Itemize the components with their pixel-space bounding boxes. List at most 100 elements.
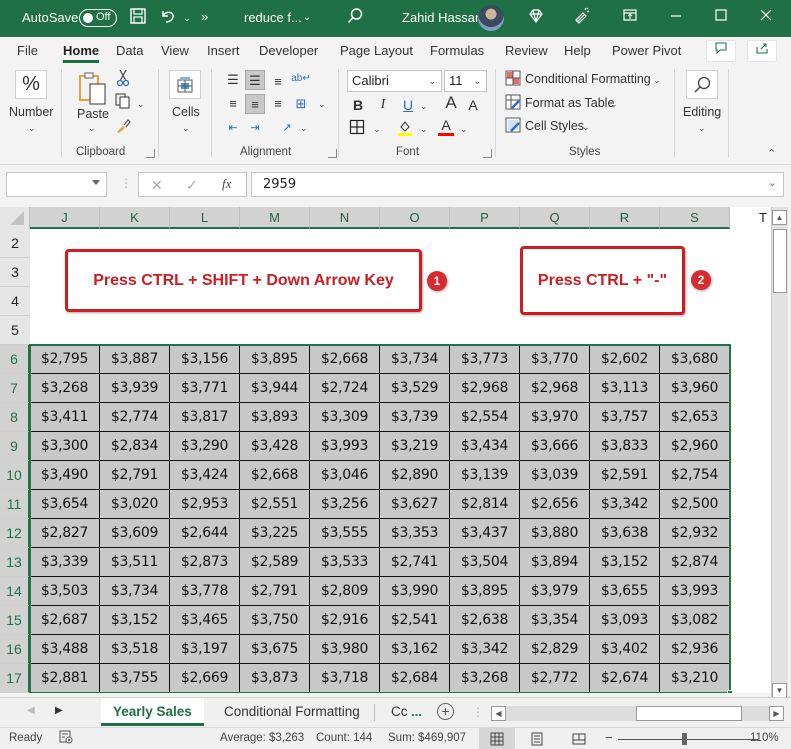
status-average[interactable]: Average: $3,263: [220, 732, 304, 744]
row-header-2[interactable]: 2: [0, 229, 30, 258]
cell-L9[interactable]: $3,290: [170, 432, 240, 461]
cell-S15[interactable]: $3,082: [660, 606, 730, 635]
row-header-13[interactable]: 13: [0, 548, 30, 577]
tab-power-pivot[interactable]: Power Pivot: [612, 43, 681, 58]
cell-K6[interactable]: $3,887: [100, 345, 170, 374]
align-left-icon[interactable]: ≡: [223, 94, 243, 114]
font-color-button[interactable]: A: [438, 117, 454, 136]
page-layout-view-icon[interactable]: [519, 728, 555, 749]
cell-R12[interactable]: $3,638: [590, 519, 660, 548]
cell-J10[interactable]: $3,490: [30, 461, 100, 490]
cell-P9[interactable]: $3,434: [450, 432, 520, 461]
copy-icon[interactable]: [114, 93, 132, 113]
italic-button[interactable]: I: [375, 96, 391, 114]
cell-L12[interactable]: $2,644: [170, 519, 240, 548]
cell-M11[interactable]: $2,551: [240, 490, 310, 519]
name-box[interactable]: [6, 172, 107, 197]
cell-M7[interactable]: $3,944: [240, 374, 310, 403]
cell-P11[interactable]: $2,814: [450, 490, 520, 519]
cell-J14[interactable]: $3,503: [30, 577, 100, 606]
cell-P16[interactable]: $3,342: [450, 635, 520, 664]
cell-S6[interactable]: $3,680: [660, 345, 730, 374]
add-sheet-icon[interactable]: +: [437, 703, 454, 720]
cell-N11[interactable]: $3,256: [310, 490, 380, 519]
vertical-scroll-thumb[interactable]: [773, 229, 787, 293]
cell-N9[interactable]: $3,993: [310, 432, 380, 461]
cell-L6[interactable]: $3,156: [170, 345, 240, 374]
decrease-font-size-button[interactable]: A: [465, 96, 481, 114]
cell-S10[interactable]: $2,754: [660, 461, 730, 490]
column-header-K[interactable]: K: [100, 207, 170, 229]
cell-Q6[interactable]: $3,770: [520, 345, 590, 374]
cell-K14[interactable]: $3,734: [100, 577, 170, 606]
cell-J8[interactable]: $3,411: [30, 403, 100, 432]
cell-Q10[interactable]: $3,039: [520, 461, 590, 490]
scroll-right-icon[interactable]: ▶: [769, 706, 784, 721]
user-avatar[interactable]: [478, 5, 504, 31]
cell-L10[interactable]: $3,424: [170, 461, 240, 490]
more-commands[interactable]: »: [201, 9, 208, 24]
number-group-label[interactable]: Number: [9, 105, 53, 119]
cell-L14[interactable]: $3,778: [170, 577, 240, 606]
cell-K9[interactable]: $2,834: [100, 432, 170, 461]
wrap-text-icon[interactable]: ab↵: [291, 69, 311, 89]
search-icon[interactable]: [344, 7, 366, 32]
cell-N7[interactable]: $2,724: [310, 374, 380, 403]
cell-K12[interactable]: $3,609: [100, 519, 170, 548]
cell-O13[interactable]: $2,741: [380, 548, 450, 577]
column-header-T[interactable]: T: [730, 207, 771, 229]
formula-input[interactable]: 2959 ⌄: [251, 172, 784, 197]
cell-P14[interactable]: $3,895: [450, 577, 520, 606]
cell-L13[interactable]: $2,873: [170, 548, 240, 577]
column-header-L[interactable]: L: [170, 207, 240, 229]
cell-K13[interactable]: $3,511: [100, 548, 170, 577]
tab-split-handle[interactable]: ⋮: [472, 705, 484, 719]
cell-P8[interactable]: $2,554: [450, 403, 520, 432]
normal-view-icon[interactable]: [479, 728, 515, 749]
cell-R8[interactable]: $3,757: [590, 403, 660, 432]
cell-R14[interactable]: $3,655: [590, 577, 660, 606]
font-name-select[interactable]: Calibri ⌄: [347, 70, 442, 92]
alignment-launcher-icon[interactable]: [328, 149, 337, 158]
comments-button[interactable]: [706, 40, 736, 62]
paste-icon[interactable]: [78, 70, 108, 106]
cell-J17[interactable]: $2,881: [30, 664, 100, 693]
next-sheet-icon[interactable]: ▶: [55, 705, 63, 716]
cell-K11[interactable]: $3,020: [100, 490, 170, 519]
tab-formulas[interactable]: Formulas: [430, 43, 484, 58]
cells-label[interactable]: Cells: [172, 105, 200, 119]
page-break-preview-icon[interactable]: [561, 728, 597, 749]
merge-chevron-icon[interactable]: ⌄: [318, 99, 326, 110]
cell-P6[interactable]: $3,773: [450, 345, 520, 374]
cell-P13[interactable]: $3,504: [450, 548, 520, 577]
cell-R15[interactable]: $3,093: [590, 606, 660, 635]
cell-P12[interactable]: $3,437: [450, 519, 520, 548]
align-middle-icon[interactable]: ☰: [245, 70, 265, 90]
cell-S11[interactable]: $2,500: [660, 490, 730, 519]
tab-view[interactable]: View: [161, 43, 189, 58]
file-name-chevron-icon[interactable]: ⌄: [296, 7, 318, 29]
editing-chevron-icon[interactable]: ⌄: [698, 123, 706, 134]
sheet-tab-yearly-sales[interactable]: Yearly Sales: [101, 698, 204, 726]
zoom-out-button[interactable]: −: [605, 730, 613, 745]
cell-J9[interactable]: $3,300: [30, 432, 100, 461]
formula-bar-grip-icon[interactable]: ⋮: [120, 176, 132, 190]
cell-S12[interactable]: $2,932: [660, 519, 730, 548]
cell-Q17[interactable]: $2,772: [520, 664, 590, 693]
tab-page-layout[interactable]: Page Layout: [340, 43, 413, 58]
prev-sheet-icon[interactable]: ◀: [27, 705, 35, 716]
increase-indent-icon[interactable]: ⇥: [245, 118, 265, 138]
cell-K17[interactable]: $3,755: [100, 664, 170, 693]
orientation-chevron-icon[interactable]: ⌄: [300, 123, 308, 134]
status-sum[interactable]: Sum: $469,907: [388, 732, 466, 744]
cell-M17[interactable]: $3,873: [240, 664, 310, 693]
row-header-9[interactable]: 9: [0, 432, 30, 461]
cell-N14[interactable]: $2,809: [310, 577, 380, 606]
orientation-icon[interactable]: ↗: [277, 118, 297, 138]
cells-chevron-icon[interactable]: ⌄: [182, 123, 190, 134]
borders-chevron-icon[interactable]: ⌄: [373, 124, 381, 135]
cancel-entry-icon[interactable]: ✕: [151, 177, 163, 194]
ribbon-display-options-icon[interactable]: [619, 7, 641, 30]
maximize-icon[interactable]: [710, 7, 732, 29]
row-header-3[interactable]: 3: [0, 258, 30, 287]
